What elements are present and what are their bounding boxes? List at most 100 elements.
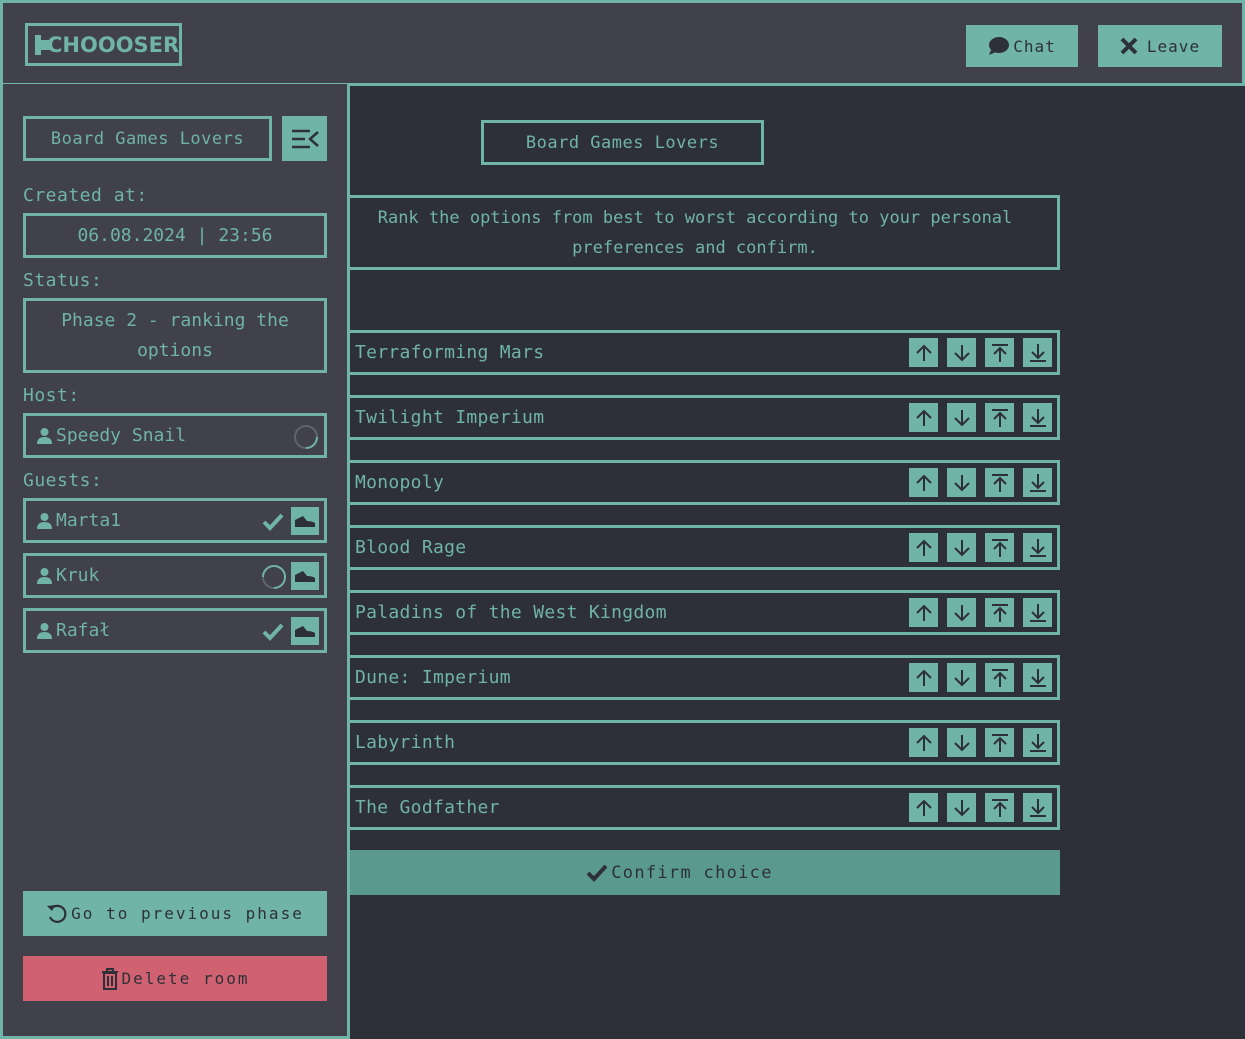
move-to-bottom-icon xyxy=(1029,798,1046,817)
move-down-button[interactable] xyxy=(947,598,976,627)
move-to-top-button[interactable] xyxy=(985,338,1014,367)
sidebar: Board Games Lovers Created at: 06.08.202… xyxy=(0,84,350,1039)
move-to-bottom-button[interactable] xyxy=(1023,338,1052,367)
chat-button[interactable]: Chat xyxy=(966,25,1078,67)
status-label: Status: xyxy=(23,270,103,291)
move-to-bottom-button[interactable] xyxy=(1023,663,1052,692)
move-to-bottom-icon xyxy=(1029,668,1046,687)
confirm-choice-label: Confirm choice xyxy=(611,862,773,883)
move-up-icon xyxy=(915,669,932,686)
kick-guest-button[interactable] xyxy=(291,562,319,590)
move-to-bottom-button[interactable] xyxy=(1023,793,1052,822)
option-label: Monopoly xyxy=(355,472,445,493)
guest-row: Marta1 xyxy=(23,498,327,543)
move-to-bottom-button[interactable] xyxy=(1023,468,1052,497)
move-up-button[interactable] xyxy=(909,468,938,497)
host-row: Speedy Snail xyxy=(23,413,327,458)
guest-name: Kruk xyxy=(56,565,100,586)
move-up-icon xyxy=(915,539,932,556)
confirm-choice-button[interactable]: Confirm choice xyxy=(300,850,1060,895)
move-up-button[interactable] xyxy=(909,403,938,432)
move-to-bottom-button[interactable] xyxy=(1023,533,1052,562)
move-to-top-button[interactable] xyxy=(985,793,1014,822)
boot-icon xyxy=(295,516,315,527)
move-down-icon xyxy=(953,604,970,621)
option-controls xyxy=(909,598,1052,627)
move-to-bottom-icon xyxy=(1029,733,1046,752)
option-row[interactable]: Dune: Imperium xyxy=(300,655,1060,700)
move-to-top-icon xyxy=(991,603,1008,622)
option-row[interactable]: Paladins of the West Kingdom xyxy=(300,590,1060,635)
move-up-button[interactable] xyxy=(909,338,938,367)
move-to-bottom-icon xyxy=(1029,538,1046,557)
move-up-button[interactable] xyxy=(909,793,938,822)
move-up-icon xyxy=(915,734,932,751)
previous-phase-button[interactable]: Go to previous phase xyxy=(23,891,327,936)
move-to-top-icon xyxy=(991,733,1008,752)
user-icon xyxy=(37,568,52,584)
move-up-button[interactable] xyxy=(909,663,938,692)
move-down-button[interactable] xyxy=(947,403,976,432)
undo-icon xyxy=(47,904,67,923)
move-down-button[interactable] xyxy=(947,663,976,692)
option-row[interactable]: The Godfather xyxy=(300,785,1060,830)
move-up-icon xyxy=(915,799,932,816)
option-row[interactable]: Monopoly xyxy=(300,460,1060,505)
move-to-bottom-button[interactable] xyxy=(1023,403,1052,432)
kick-guest-button[interactable] xyxy=(291,507,319,535)
status-line-1: Phase 2 - ranking the xyxy=(61,309,289,331)
option-row[interactable]: Blood Rage xyxy=(300,525,1060,570)
check-icon xyxy=(262,623,284,641)
move-to-bottom-button[interactable] xyxy=(1023,728,1052,757)
logo[interactable]: CHOOOSER xyxy=(25,23,182,66)
option-label: Terraforming Mars xyxy=(355,342,545,363)
leave-button[interactable]: Leave xyxy=(1098,25,1222,67)
option-controls xyxy=(909,793,1052,822)
option-label: Blood Rage xyxy=(355,537,467,558)
boot-icon xyxy=(295,571,315,582)
chat-bubble-icon xyxy=(989,37,1010,55)
option-controls xyxy=(909,663,1052,692)
move-up-button[interactable] xyxy=(909,533,938,562)
delete-room-button[interactable]: Delete room xyxy=(23,956,327,1001)
option-controls xyxy=(909,468,1052,497)
move-down-button[interactable] xyxy=(947,728,976,757)
option-row[interactable]: Twilight Imperium xyxy=(300,395,1060,440)
status-value: Phase 2 - ranking the options xyxy=(23,298,327,373)
move-down-button[interactable] xyxy=(947,533,976,562)
move-up-button[interactable] xyxy=(909,598,938,627)
guest-row: Kruk xyxy=(23,553,327,598)
option-label: Dune: Imperium xyxy=(355,667,511,688)
move-to-top-button[interactable] xyxy=(985,598,1014,627)
created-value: 06.08.2024 | 23:56 xyxy=(23,213,327,258)
move-to-top-button[interactable] xyxy=(985,403,1014,432)
move-to-bottom-button[interactable] xyxy=(1023,598,1052,627)
collapse-menu-button[interactable] xyxy=(282,116,327,161)
move-down-icon xyxy=(953,474,970,491)
created-label: Created at: xyxy=(23,185,148,206)
move-to-top-button[interactable] xyxy=(985,468,1014,497)
user-icon xyxy=(37,513,52,529)
option-label: Paladins of the West Kingdom xyxy=(355,602,667,623)
leave-label: Leave xyxy=(1146,36,1201,56)
move-to-top-button[interactable] xyxy=(985,728,1014,757)
move-down-button[interactable] xyxy=(947,468,976,497)
option-controls xyxy=(909,533,1052,562)
loading-spinner-icon xyxy=(262,565,286,589)
move-up-button[interactable] xyxy=(909,728,938,757)
move-down-icon xyxy=(953,344,970,361)
check-icon xyxy=(587,864,608,882)
move-to-top-icon xyxy=(991,408,1008,427)
option-row[interactable]: Terraforming Mars xyxy=(300,330,1060,375)
check-icon xyxy=(262,513,284,531)
option-row[interactable]: Labyrinth xyxy=(300,720,1060,765)
move-to-top-button[interactable] xyxy=(985,533,1014,562)
option-controls xyxy=(909,338,1052,367)
move-down-icon xyxy=(953,409,970,426)
sidebar-room-title: Board Games Lovers xyxy=(23,116,272,161)
kick-guest-button[interactable] xyxy=(291,617,319,645)
move-down-button[interactable] xyxy=(947,338,976,367)
instructions-box: Rank the options from best to worst acco… xyxy=(300,195,1060,270)
move-to-top-button[interactable] xyxy=(985,663,1014,692)
move-down-button[interactable] xyxy=(947,793,976,822)
